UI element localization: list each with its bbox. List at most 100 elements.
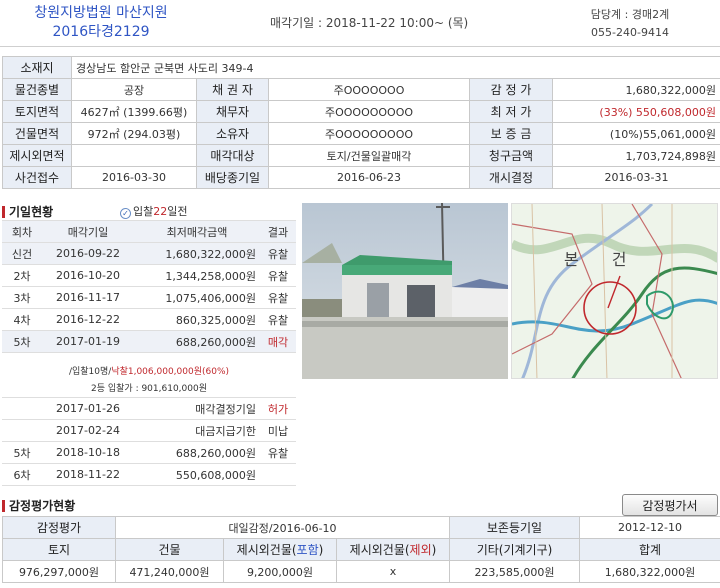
col-ext-excluded: 제시외건물(제외): [336, 538, 450, 561]
location-map-image: [512, 204, 717, 378]
ext-excluded-value: x: [336, 560, 450, 583]
info-label: 건물면적: [2, 122, 72, 145]
round: 신건: [2, 242, 42, 265]
result: 매각: [260, 330, 296, 353]
appraisal-info-row: 감정평가 대일감정/2016-06-10 보존등기일 2012-12-10: [2, 516, 720, 539]
info-value: 주OOOOOOO: [268, 78, 470, 101]
info-value: 주OOOOOOOOO: [268, 122, 470, 145]
col-etc: 기타(기계기구): [449, 538, 580, 561]
amount: 1,680,322,000원: [134, 242, 260, 265]
ext-excluded-word: 제외: [409, 543, 432, 557]
date: 2016-12-22: [42, 308, 134, 331]
bidder-count-note: /입찰10명/: [68, 367, 112, 377]
map-label: 본 건: [564, 250, 641, 269]
date: 2016-11-17: [42, 286, 134, 309]
ext-prefix: 제시외건물(: [349, 543, 410, 557]
registration-date: 2012-12-10: [579, 516, 720, 539]
location-map[interactable]: 본 건: [511, 203, 718, 379]
appraisal-label: 감정평가: [2, 516, 116, 539]
ext-close: ): [431, 543, 437, 557]
ext-included-value: 9,200,000원: [223, 560, 337, 583]
court-name: 창원지방법원 마산지원: [34, 5, 168, 21]
days-suffix: 일전: [167, 205, 188, 218]
round: [2, 397, 42, 420]
col-min-price: 최저매각금액: [134, 220, 260, 243]
history-row: 2017-01-26 매각결정기일 허가: [2, 397, 296, 420]
history-row: 5차 2017-01-19 688,260,000원 매각: [2, 330, 296, 353]
result: 허가: [260, 397, 296, 420]
appraisal-section-title: 감정평가현황: [2, 497, 75, 514]
history-row: 2017-02-24 대금지급기한 미납: [2, 419, 296, 442]
col-result: 결과: [260, 220, 296, 243]
info-label: 청구금액: [469, 144, 553, 167]
col-ext-included: 제시외건물(포함): [223, 538, 337, 561]
col-building: 건물: [115, 538, 224, 561]
sale-date: 매각기일 : 2018-11-22 10:00~ (목): [270, 16, 469, 30]
department-phone: 055-240-9414: [591, 26, 669, 39]
info-label: 매각대상: [196, 144, 269, 167]
date: 2017-01-19: [42, 330, 134, 353]
info-label: 물건종별: [2, 78, 72, 101]
amount: 550,608,000원: [134, 463, 260, 486]
sale-note: /입찰10명/낙찰1,006,000,000원(60%): [2, 364, 296, 377]
case-number: 2016타경2129: [52, 24, 150, 40]
date: 2017-01-26: [42, 397, 134, 420]
appraiser-value: 대일감정/2016-06-10: [115, 516, 450, 539]
info-label: 최 저 가: [469, 100, 553, 123]
round: 5차: [2, 330, 42, 353]
history-title-text: 기일현황: [9, 205, 54, 219]
info-label: 채무자: [196, 100, 269, 123]
history-row: 2차 2016-10-20 1,344,258,000원 유찰: [2, 264, 296, 287]
amount: 매각결정기일: [134, 397, 260, 420]
days-count: 22: [153, 205, 168, 218]
history-section-title: 기일현황: [2, 203, 53, 220]
amount: 1,075,406,000원: [134, 286, 260, 309]
amount: 대금지급기한: [134, 419, 260, 442]
etc-value: 223,585,000원: [449, 560, 580, 583]
info-value: 972㎡ (294.03평): [71, 122, 197, 145]
property-info-table: 소재지 경상남도 함안군 군북면 사도리 349-4 물건종별 공장 채 권 자…: [2, 56, 720, 189]
info-value: 공장: [71, 78, 197, 101]
date: 2016-09-22: [42, 242, 134, 265]
result: 미납: [260, 419, 296, 442]
info-row: 토지면적 4627㎡ (1399.66평) 채무자 주OOOOOOOOO 최 저…: [2, 100, 720, 123]
winning-bid-note: 낙찰1,006,000,000원(60%): [111, 367, 230, 377]
days-until-bid: ✓ 입찰22일전: [120, 203, 188, 219]
info-label: 개시결정: [469, 166, 553, 189]
info-value: [71, 144, 197, 167]
info-value: 4627㎡ (1399.66평): [71, 100, 197, 123]
section-marker: [2, 500, 5, 512]
info-value: 2016-06-23: [268, 166, 470, 189]
result: 유찰: [260, 441, 296, 464]
result: 유찰: [260, 286, 296, 309]
building-value: 471,240,000원: [115, 560, 224, 583]
ext-included-word: 포함: [296, 543, 319, 557]
property-photo[interactable]: [302, 203, 508, 379]
address-row: 소재지 경상남도 함안군 군북면 사도리 349-4: [2, 56, 720, 79]
department-info: 담당계 : 경매2계 055-240-9414: [540, 6, 720, 42]
address-value: 경상남도 함안군 군북면 사도리 349-4: [70, 56, 720, 79]
info-value: 2016-03-30: [71, 166, 197, 189]
info-label: 채 권 자: [196, 78, 269, 101]
case-header: 창원지방법원 마산지원 2016타경2129 매각기일 : 2018-11-22…: [0, 0, 720, 47]
history-row: 6차 2018-11-22 550,608,000원: [2, 463, 296, 486]
ext-close: ): [318, 543, 324, 557]
amount: 688,260,000원: [134, 441, 260, 464]
info-label: 사건접수: [2, 166, 72, 189]
info-label: 감 정 가: [469, 78, 553, 101]
info-row: 사건접수 2016-03-30 배당종기일 2016-06-23 개시결정 20…: [2, 166, 720, 189]
result: 유찰: [260, 242, 296, 265]
appraisal-report-button[interactable]: 감정평가서: [622, 494, 718, 516]
col-total: 합계: [579, 538, 720, 561]
ext-prefix: 제시외건물(: [236, 543, 297, 557]
appraisal-table: 감정평가 대일감정/2016-06-10 보존등기일 2012-12-10 토지…: [2, 516, 720, 583]
appraised-price: 1,680,322,000원: [551, 78, 720, 101]
result: [260, 463, 296, 486]
auction-history-table-continued: 2017-01-26 매각결정기일 허가 2017-02-24 대금지급기한 미…: [2, 397, 296, 486]
amount: 1,344,258,000원: [134, 264, 260, 287]
result: 유찰: [260, 264, 296, 287]
appraisal-header-row: 토지 건물 제시외건물(포함) 제시외건물(제외) 기타(기계기구) 합계: [2, 538, 720, 561]
history-row: 3차 2016-11-17 1,075,406,000원 유찰: [2, 286, 296, 309]
round: [2, 419, 42, 442]
address-label: 소재지: [2, 56, 72, 79]
